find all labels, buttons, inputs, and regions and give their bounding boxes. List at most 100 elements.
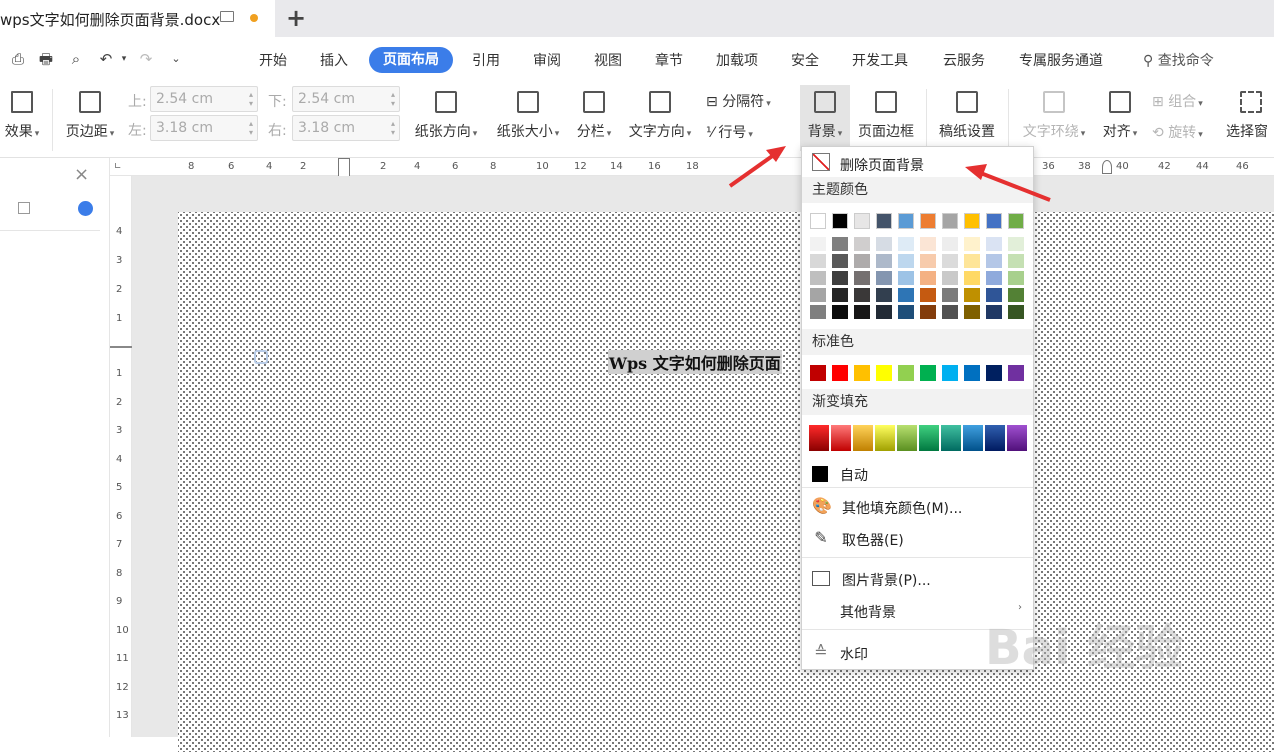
theme-shade-swatch[interactable] (920, 305, 936, 319)
theme-shade-swatch[interactable] (964, 254, 980, 268)
text-wrap-button[interactable]: 文字环绕 ▾ (1018, 91, 1090, 141)
theme-shade-swatch[interactable] (986, 271, 1002, 285)
separator-button[interactable]: ⊟ 分隔符 ▾ (706, 91, 771, 111)
remove-page-background-item[interactable]: 删除页面背景 (802, 151, 1033, 175)
theme-shade-swatch[interactable] (1008, 305, 1024, 319)
undo-dropdown-icon[interactable]: ▾ (116, 51, 132, 67)
theme-color-swatch[interactable] (876, 213, 892, 229)
gradient-fill-swatch[interactable] (853, 425, 873, 451)
menu-cloud[interactable]: 云服务 (943, 50, 985, 70)
line-number-button[interactable]: ⅟ 行号 ▾ (706, 122, 753, 142)
paper-setup-button[interactable]: 稿纸设置 (936, 91, 998, 141)
customize-toolbar-icon[interactable]: ⌄ (168, 51, 184, 67)
redo-icon[interactable]: ↷ (138, 51, 154, 67)
gradient-fill-swatch[interactable] (831, 425, 851, 451)
gradient-fill-swatch[interactable] (941, 425, 961, 451)
theme-shade-swatch[interactable] (854, 237, 870, 251)
menu-security[interactable]: 安全 (791, 50, 819, 70)
theme-shade-swatch[interactable] (964, 237, 980, 251)
menu-sections[interactable]: 章节 (655, 50, 683, 70)
gradient-fill-swatch[interactable] (875, 425, 895, 451)
theme-shade-swatch[interactable] (898, 254, 914, 268)
theme-shade-swatch[interactable] (810, 305, 826, 319)
columns-button[interactable]: 分栏 ▾ (572, 91, 616, 141)
theme-shade-swatch[interactable] (986, 254, 1002, 268)
theme-shade-swatch[interactable] (898, 237, 914, 251)
theme-color-swatch[interactable] (898, 213, 914, 229)
paragraph-handle-icon[interactable] (254, 350, 268, 364)
theme-shade-swatch[interactable] (854, 305, 870, 319)
menu-view[interactable]: 视图 (594, 50, 622, 70)
menu-developer[interactable]: 开发工具 (852, 50, 908, 70)
gradient-fill-swatch[interactable] (809, 425, 829, 451)
align-button[interactable]: 对齐 ▾ (1098, 91, 1142, 141)
theme-shade-swatch[interactable] (832, 271, 848, 285)
theme-shade-swatch[interactable] (942, 271, 958, 285)
group-button[interactable]: ⊞ 组合 ▾ (1152, 91, 1203, 111)
theme-color-swatch[interactable] (986, 213, 1002, 229)
menu-review[interactable]: 审阅 (533, 50, 561, 70)
theme-color-swatch[interactable] (964, 213, 980, 229)
theme-shade-swatch[interactable] (942, 288, 958, 302)
theme-shade-swatch[interactable] (832, 237, 848, 251)
theme-shade-swatch[interactable] (920, 254, 936, 268)
gradient-fill-swatch[interactable] (985, 425, 1005, 451)
theme-shade-swatch[interactable] (942, 237, 958, 251)
menu-references[interactable]: 引用 (472, 50, 500, 70)
gradient-fill-swatch[interactable] (1007, 425, 1027, 451)
menu-insert[interactable]: 插入 (320, 50, 348, 70)
theme-color-swatch[interactable] (854, 213, 870, 229)
theme-color-swatch[interactable] (832, 213, 848, 229)
bottom-margin-input[interactable]: 2.54 cm ▴ ▾ (292, 86, 400, 112)
gradient-fill-swatch[interactable] (919, 425, 939, 451)
background-button[interactable]: 背景 ▾ (800, 85, 850, 151)
theme-color-swatch[interactable] (942, 213, 958, 229)
menu-page-layout[interactable]: 页面布局 (369, 47, 453, 73)
vertical-ruler[interactable]: 4 3 2 1 1 2 3 4 5 6 7 8 9 10 11 12 13 (110, 176, 132, 737)
standard-color-swatch[interactable] (854, 365, 870, 381)
theme-shade-swatch[interactable] (810, 254, 826, 268)
theme-color-swatch[interactable] (1008, 213, 1024, 229)
theme-shade-swatch[interactable] (876, 254, 892, 268)
undo-icon[interactable]: ↶ (98, 51, 114, 67)
theme-shade-swatch[interactable] (898, 288, 914, 302)
theme-shade-swatch[interactable] (1008, 271, 1024, 285)
theme-shade-swatch[interactable] (810, 237, 826, 251)
eyedropper-item[interactable]: ✎ 取色器(E) (802, 527, 1033, 551)
menu-addins[interactable]: 加载项 (716, 50, 758, 70)
theme-shade-swatch[interactable] (964, 288, 980, 302)
theme-shade-swatch[interactable] (964, 271, 980, 285)
theme-shade-swatch[interactable] (942, 305, 958, 319)
orientation-button[interactable]: 纸张方向 ▾ (410, 91, 482, 141)
theme-shade-swatch[interactable] (810, 288, 826, 302)
document-heading[interactable]: Wps 文字如何删除页面 (608, 350, 782, 374)
theme-shade-swatch[interactable] (986, 305, 1002, 319)
standard-color-swatch[interactable] (964, 365, 980, 381)
print-preview-icon[interactable]: ⌕ (68, 51, 84, 67)
theme-shade-swatch[interactable] (876, 288, 892, 302)
theme-shade-swatch[interactable] (854, 288, 870, 302)
standard-color-swatch[interactable] (942, 365, 958, 381)
theme-shade-swatch[interactable] (986, 237, 1002, 251)
auto-color-item[interactable]: 自动 (802, 463, 1033, 485)
theme-shade-swatch[interactable] (920, 271, 936, 285)
theme-shade-swatch[interactable] (832, 288, 848, 302)
cloud-sync-icon[interactable] (78, 201, 93, 216)
collapse-icon[interactable] (18, 202, 30, 214)
theme-shade-swatch[interactable] (920, 288, 936, 302)
theme-shade-swatch[interactable] (876, 305, 892, 319)
theme-shade-swatch[interactable] (832, 305, 848, 319)
theme-shade-swatch[interactable] (854, 271, 870, 285)
left-margin-input[interactable]: 3.18 cm ▴ ▾ (150, 115, 258, 141)
theme-shade-swatch[interactable] (920, 237, 936, 251)
gradient-fill-swatch[interactable] (963, 425, 983, 451)
standard-color-swatch[interactable] (920, 365, 936, 381)
theme-shade-swatch[interactable] (986, 288, 1002, 302)
print-icon[interactable]: 🖶 (38, 51, 54, 67)
standard-color-swatch[interactable] (898, 365, 914, 381)
more-fill-colors-item[interactable]: 🎨 其他填充颜色(M)... (802, 495, 1033, 519)
theme-shade-swatch[interactable] (898, 305, 914, 319)
horizontal-ruler[interactable]: ∟ 8 6 4 2 2 4 6 8 10 12 14 16 18 36 38 40 42 44 46 (110, 158, 1274, 180)
theme-shade-swatch[interactable] (1008, 237, 1024, 251)
theme-shade-swatch[interactable] (832, 254, 848, 268)
